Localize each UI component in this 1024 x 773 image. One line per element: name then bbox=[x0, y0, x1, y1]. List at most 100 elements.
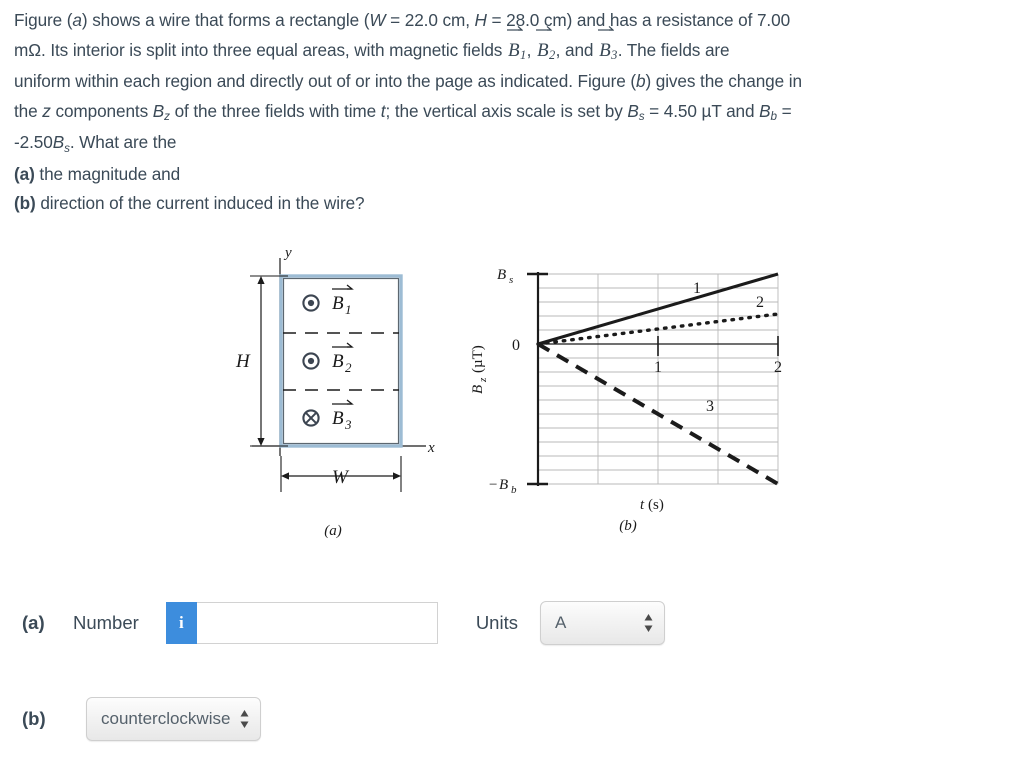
text-fragment: . What are the bbox=[69, 132, 177, 152]
svg-text:b: b bbox=[511, 484, 517, 496]
svg-text:s: s bbox=[509, 274, 513, 286]
figure-a-x-axis-label: x bbox=[427, 440, 435, 456]
question-b-label: (b) bbox=[14, 193, 36, 213]
text-fragment: ) gives the change in bbox=[645, 71, 802, 91]
chart-ytop-label: B s bbox=[497, 267, 513, 286]
problem-statement: Figure (a) shows a wire that forms a rec… bbox=[14, 6, 1014, 219]
h-arrow-up bbox=[257, 276, 265, 284]
figure-a-y-axis-label: y bbox=[283, 245, 292, 261]
problem-line-5: -2.50Bs. What are the bbox=[14, 128, 1014, 160]
svg-text:3: 3 bbox=[344, 417, 352, 432]
text-fragment: components bbox=[50, 100, 153, 121]
figure-a-diagram: y x H W B 1 B 2 B 3 (a) bbox=[228, 244, 443, 544]
figure-a-svg: y x H W B 1 B 2 B 3 bbox=[235, 245, 435, 492]
chart-curve-label-1: 1 bbox=[693, 280, 701, 297]
chart-ybottom-label: − B b bbox=[489, 477, 517, 496]
chevron-updown-icon bbox=[644, 614, 653, 632]
number-label: Number bbox=[73, 612, 139, 633]
units-select[interactable]: A bbox=[539, 601, 665, 645]
chart-vertical-gridlines bbox=[597, 274, 779, 484]
svg-text:(µT): (µT) bbox=[470, 345, 486, 373]
vector-b-subscript: 2 bbox=[549, 47, 556, 62]
field-2-dot-icon bbox=[307, 357, 315, 365]
w-arrow-right bbox=[393, 472, 401, 480]
svg-text:B: B bbox=[332, 408, 344, 429]
vector-b-letter: B bbox=[599, 39, 611, 61]
vector-b-subscript: 1 bbox=[519, 47, 527, 62]
chart-y-axis-title: B z (µT) bbox=[470, 345, 489, 394]
answer-row-a: (a) Number i Units A bbox=[22, 601, 665, 645]
direction-select[interactable]: counterclockwise bbox=[86, 697, 262, 741]
number-input[interactable] bbox=[196, 602, 438, 644]
symbol-Bs: B bbox=[52, 132, 65, 152]
question-a-label: (a) bbox=[14, 163, 35, 184]
w-arrow-left bbox=[281, 472, 289, 480]
text-fragment: the magnitude and bbox=[34, 163, 181, 184]
symbol-Bs: B bbox=[627, 100, 639, 121]
text-fragment: , bbox=[526, 39, 536, 60]
text-fragment: ) shows a wire that forms a rectangle ( bbox=[81, 10, 370, 30]
chart-x-axis-title: t (s) bbox=[640, 497, 664, 513]
svg-text:2: 2 bbox=[345, 360, 352, 375]
figure-a-width-label: W bbox=[332, 467, 350, 488]
figure-a-caption: (a) bbox=[324, 523, 342, 539]
text-fragment: -2.50 bbox=[14, 132, 53, 152]
svg-text:(s): (s) bbox=[648, 497, 664, 513]
chart-curve-label-3: 3 bbox=[706, 398, 714, 415]
h-arrow-down bbox=[257, 438, 265, 446]
text-fragment: = 28.0 cm) and has a resistance of 7.00 bbox=[486, 10, 791, 30]
figure-b-chart: B s 0 − B b 1 2 1 2 3 B z (µT) t (s) (b) bbox=[468, 244, 808, 544]
svg-text:−: − bbox=[489, 477, 497, 493]
chart-xtick-label-2: 2 bbox=[774, 359, 782, 376]
symbol-z: z bbox=[42, 100, 51, 121]
text-fragment: , and bbox=[555, 39, 599, 60]
vector-arrow-icon bbox=[535, 25, 552, 31]
svg-text:B: B bbox=[497, 267, 506, 283]
text-fragment: . The fields are bbox=[617, 39, 730, 60]
symbol-Bz-subscript: z bbox=[164, 110, 170, 124]
vector-b2: B2 bbox=[535, 25, 556, 68]
svg-text:1: 1 bbox=[345, 302, 352, 317]
svg-text:z: z bbox=[477, 377, 489, 383]
direction-select-value: counterclockwise bbox=[101, 709, 231, 728]
vector-b3: B3 bbox=[598, 25, 618, 68]
svg-text:t: t bbox=[640, 497, 645, 513]
figure-b-caption: (b) bbox=[619, 518, 637, 534]
answer-b-part-label: (b) bbox=[22, 708, 46, 729]
text-fragment: the bbox=[14, 100, 43, 121]
symbol-Bz: B bbox=[152, 100, 165, 121]
text-fragment: = bbox=[776, 100, 792, 121]
svg-text:B: B bbox=[470, 385, 486, 394]
problem-line-3: uniform within each region and directly … bbox=[14, 67, 1014, 97]
text-fragment: = 22.0 cm, bbox=[385, 10, 475, 30]
text-fragment: uniform within each region and directly … bbox=[14, 71, 636, 91]
answer-a-part-label: (a) bbox=[22, 612, 45, 633]
problem-line-7: (b) direction of the current induced in … bbox=[14, 189, 1014, 219]
units-label: Units bbox=[475, 612, 518, 633]
text-fragment: mΩ. Its interior is split into three equ… bbox=[14, 39, 507, 60]
chart-xtick-label-1: 1 bbox=[654, 359, 662, 376]
problem-line-4: the z components Bz of the three fields … bbox=[14, 97, 1014, 129]
text-fragment: Figure ( bbox=[14, 10, 73, 30]
chart-yzero-label: 0 bbox=[512, 337, 520, 354]
chevron-updown-icon bbox=[240, 710, 249, 728]
vector-b-subscript: 3 bbox=[611, 47, 618, 62]
info-icon[interactable]: i bbox=[165, 602, 197, 644]
text-fragment: ; the vertical axis scale is set by bbox=[385, 100, 628, 121]
symbol-Bb-subscript: b bbox=[770, 110, 778, 124]
vector-arrow-icon bbox=[598, 25, 615, 31]
vector-arrow-icon bbox=[506, 25, 523, 31]
number-input-group: i bbox=[165, 602, 438, 644]
field-1-dot-icon bbox=[307, 299, 315, 307]
vector-b-letter: B bbox=[536, 39, 549, 61]
figure-ref-a: a bbox=[72, 10, 82, 30]
figure-a-height-label: H bbox=[235, 351, 251, 372]
symbol-W: W bbox=[369, 10, 386, 30]
problem-line-6: (a) the magnitude and bbox=[14, 160, 1014, 190]
problem-line-2: mΩ. Its interior is split into three equ… bbox=[14, 25, 1014, 68]
text-fragment: direction of the current induced in the … bbox=[35, 193, 365, 213]
units-select-value: A bbox=[554, 613, 567, 632]
symbol-H: H bbox=[474, 10, 487, 30]
vector-b-letter: B bbox=[507, 39, 520, 61]
symbol-Bs-subscript: s bbox=[638, 110, 645, 124]
